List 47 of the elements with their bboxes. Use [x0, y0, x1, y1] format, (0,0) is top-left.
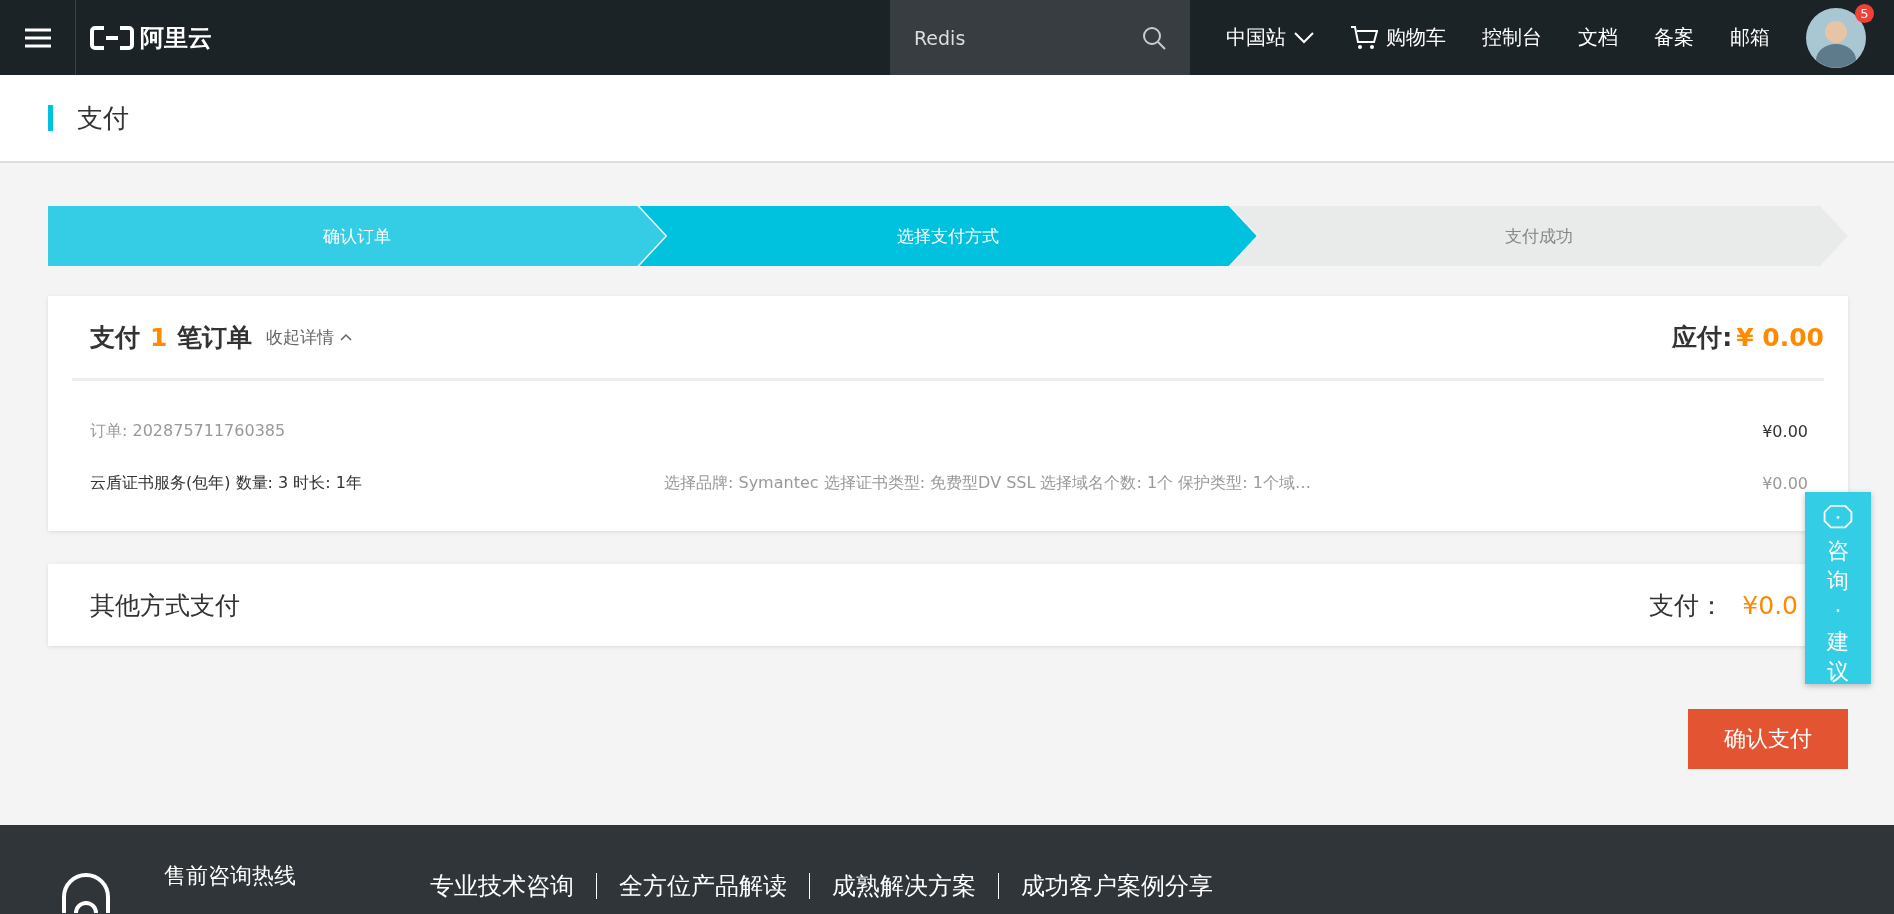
logo-text[interactable]: 阿里云 — [140, 21, 212, 54]
confirm-payment-button[interactable]: 确认支付 — [1688, 709, 1848, 769]
order-title: 支付 — [90, 321, 140, 354]
order-price: ¥0.00 — [1762, 421, 1808, 441]
item-price: ¥0.00 — [1762, 473, 1808, 493]
item-name: 云盾证书服务(包年) 数量: 3 时长: 1年 — [90, 472, 363, 494]
page-title: 支付 — [77, 101, 129, 135]
notification-badge: 5 — [1855, 3, 1874, 23]
payment-title: 其他方式支付 — [90, 589, 240, 622]
hexagon-icon — [1821, 504, 1855, 530]
footer-link[interactable]: 成功客户案例分享 — [998, 873, 1235, 899]
search-icon[interactable] — [1142, 25, 1166, 50]
item-spec: 选择品牌: Symantec 选择证书类型: 免费型DV SSL 选择域名个数: 1个 保护类型: 1个域… — [664, 472, 1311, 494]
cart-link[interactable]: 购物车 — [1350, 24, 1446, 51]
hotline-label: 售前咨询热线 — [164, 863, 296, 888]
progress-step: 选择支付方式 — [639, 206, 1257, 266]
nav-link[interactable]: 邮箱 — [1730, 24, 1770, 51]
nav-link[interactable]: 控制台 — [1482, 24, 1542, 51]
logo-icon — [90, 24, 134, 51]
amount-due: ¥ 0.00 — [1736, 322, 1824, 352]
consult-label: 建 — [1827, 629, 1849, 654]
progress-step: 确认订单 — [48, 206, 666, 266]
consult-label: · — [1833, 599, 1843, 624]
order-number: 订单: 202875711760385 — [90, 420, 286, 442]
search-field[interactable]: Redis — [914, 26, 1114, 49]
chevron-down-icon — [1294, 31, 1314, 44]
nav-link[interactable]: 备案 — [1654, 24, 1694, 51]
consult-label: 咨 — [1827, 539, 1849, 564]
footer-link[interactable]: 专业技术咨询 — [408, 873, 596, 899]
site-selector[interactable]: 中国站 — [1226, 24, 1314, 51]
consult-label: 议 — [1827, 659, 1849, 684]
footer-link[interactable]: 全方位产品解读 — [596, 873, 809, 899]
avatar[interactable] — [1806, 7, 1866, 68]
caret-icon — [340, 333, 353, 341]
menu-icon — [24, 27, 51, 48]
order-title: 笔订单 — [177, 321, 253, 354]
payment-amount: ¥0.0 — [1742, 590, 1798, 620]
footer-link[interactable]: 成熟解决方案 — [809, 873, 998, 899]
collapse-details-link[interactable]: 收起详情 — [266, 325, 353, 349]
cart-icon — [1350, 24, 1378, 51]
title-accent-bar — [48, 105, 53, 131]
consult-label: 询 — [1827, 569, 1849, 594]
payment-label: 支付： — [1649, 589, 1725, 622]
order-count: 1 — [150, 322, 168, 352]
progress-step: 支付成功 — [1230, 206, 1848, 266]
nav-link[interactable]: 文档 — [1578, 24, 1618, 51]
amount-due-label: 应付: — [1672, 321, 1733, 354]
